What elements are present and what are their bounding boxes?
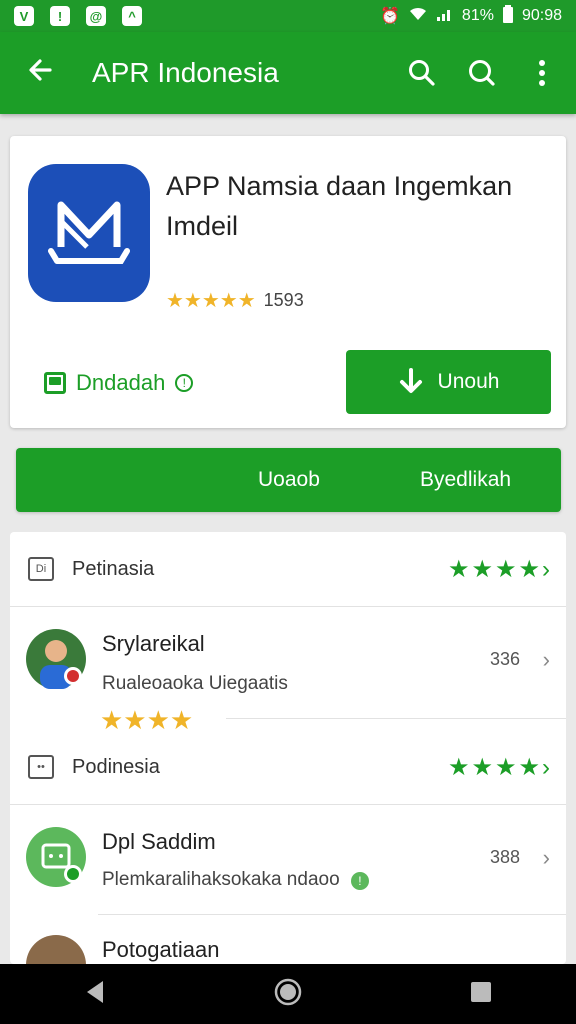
item-count: 388 [489,847,520,867]
signal-icon [436,6,454,27]
notification-icon: @ [86,6,106,26]
section-icon: •• [28,755,54,779]
list-item[interactable]: Srylareikal Rualeoaoka Uiegaatis ★★★★ 33… [10,607,566,735]
install-label: Unouh [437,370,500,393]
notification-icons: V ! @ ^ [14,6,142,26]
divider [226,718,566,719]
chevron-right-icon: › [542,647,550,672]
app-rating: ★★★★★ 1593 [166,288,304,313]
star-icon: ★★★★★ [166,290,256,312]
clock: 90:98 [521,7,562,24]
more-options-icon[interactable] [516,47,568,99]
list-item[interactable]: Dpl Saddim Plemkaralihaksokaka ndaoo ! 3… [10,805,566,915]
section-icon: Di [28,557,54,581]
item-subtitle: Plemkaralihaksokaka ndaoo ! [102,869,369,891]
section-header[interactable]: Di Petinasia ★★★★› [10,532,566,606]
item-subtitle-text: Plemkaralihaksokaka ndaoo [102,869,340,890]
item-count: 336 [489,649,520,669]
download-arrow-icon [399,368,422,393]
home-nav-icon[interactable] [273,977,303,1012]
app-name: APP Namsia daan Ingemkan Imdeil [166,171,513,241]
back-arrow-icon[interactable] [14,54,66,93]
notification-icon: V [14,6,34,26]
app-logo-icon [28,164,150,302]
search-icon[interactable] [456,47,508,99]
avatar [26,935,86,964]
battery-icon [502,4,514,28]
system-icons: ⏰ 81% 90:98 [380,4,562,28]
recents-nav-icon[interactable] [469,980,493,1009]
star-icon: ★★★★› [447,555,552,583]
item-title: Srylareikal [102,631,205,656]
list-item[interactable]: Potogatiaan [10,915,566,964]
item-title: Potogatiaan [102,937,220,962]
search-icon[interactable] [396,47,448,99]
section-header[interactable]: •• Podinesia ★★★★› [10,730,566,804]
page-title: APR Indonesia [92,57,279,88]
download-label: Dndadah [76,370,166,395]
star-icon: ★★★★› [447,753,552,781]
app-bar: APR Indonesia [0,32,576,114]
download-icon [44,372,66,394]
notification-icon: ^ [122,6,142,26]
notification-icon: ! [50,6,70,26]
reviews-list: Di Petinasia ★★★★› Srylareikal Rualeoaok… [10,532,566,964]
battery-level: 81% [461,7,494,24]
item-title: Dpl Saddim [102,829,216,854]
item-subtitle: Rualeoaoka Uiegaatis [102,673,288,694]
wifi-icon [408,6,428,27]
status-bar: V ! @ ^ ⏰ 81% 90:98 [0,0,576,32]
avatar [26,629,86,689]
tab-left[interactable]: Uoaob [258,468,320,492]
system-nav-bar [0,964,576,1024]
section-title: Podinesia [72,755,160,778]
info-icon: ! [350,872,369,890]
rating-count: 1593 [263,290,304,310]
tab-bar: Uoaob Byedlikah [16,448,561,512]
alarm-icon: ⏰ [380,8,400,25]
tab-right[interactable]: Byedlikah [420,468,511,492]
download-status[interactable]: Dndadah ! [44,370,194,396]
avatar [26,827,86,887]
install-button[interactable]: Unouh [346,350,551,414]
chevron-right-icon: › [542,845,550,870]
info-icon: ! [175,374,194,392]
app-card: APP Namsia daan Ingemkan Imdeil ★★★★★ 15… [10,136,566,428]
back-nav-icon[interactable] [83,979,107,1010]
section-title: Petinasia [72,557,155,580]
